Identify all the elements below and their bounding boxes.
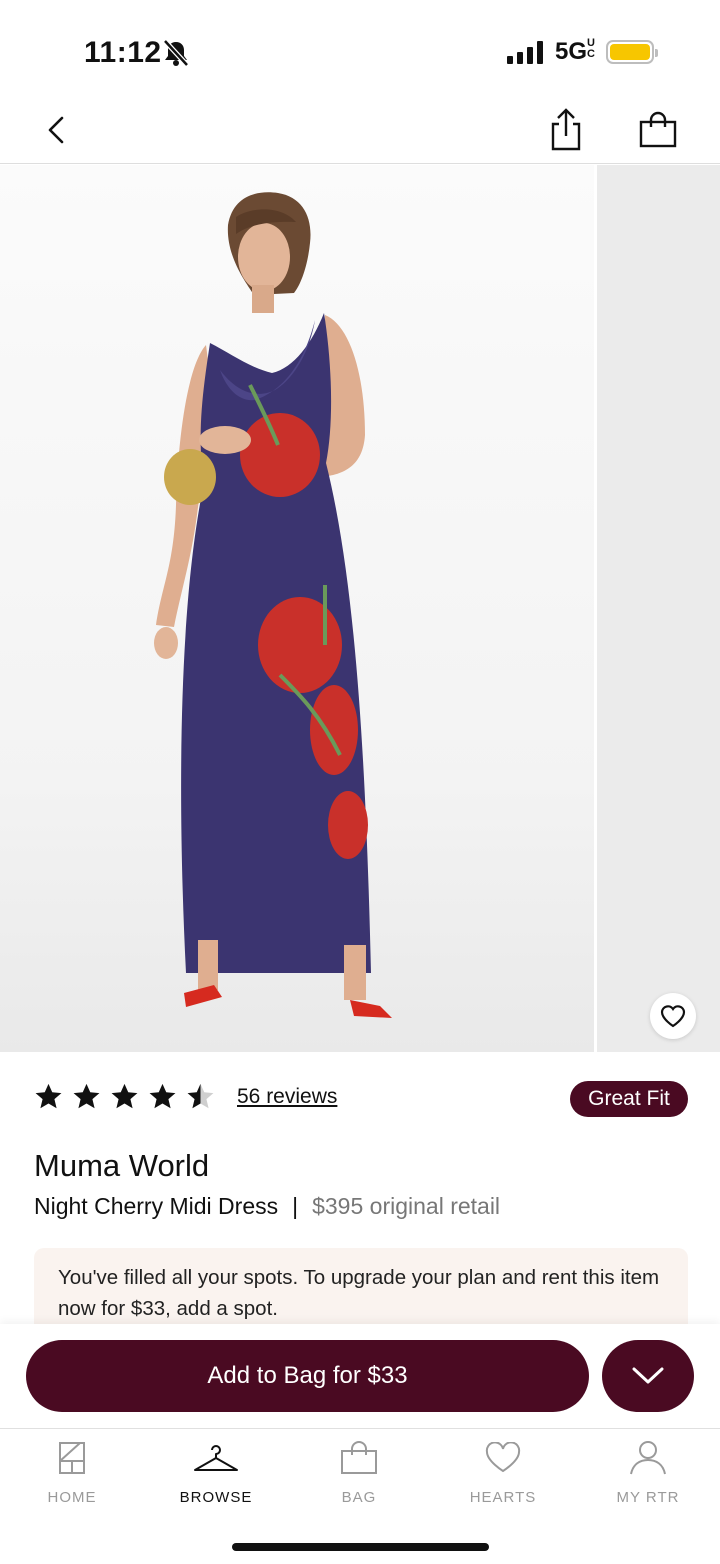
half-star-icon [187,1083,214,1109]
add-to-bag-button[interactable]: Add to Bag for $33 [26,1340,589,1412]
share-icon[interactable] [548,106,584,152]
reviews-link[interactable]: 56 reviews [237,1085,337,1109]
signal-icon [507,40,543,64]
shopping-bag-icon[interactable] [638,110,678,150]
star-icon [111,1083,138,1109]
network-label: 5GUC [555,37,595,66]
favorite-button[interactable] [650,993,696,1039]
person-icon [630,1441,666,1475]
notice-text: You've filled all your spots. To upgrade… [58,1266,660,1320]
next-product-photo[interactable] [597,165,720,1052]
tab-label: BAG [341,1489,377,1506]
rating-row: 56 reviews [34,1082,337,1111]
tab-label: MY RTR [616,1489,680,1506]
cta-bar: Add to Bag for $33 [0,1324,720,1428]
tab-hearts[interactable]: HEARTS [443,1437,563,1506]
battery-icon [606,40,658,64]
tab-label: HOME [47,1489,97,1506]
bell-muted-icon [163,39,189,67]
expand-options-button[interactable] [602,1340,694,1412]
star-icon [73,1083,100,1109]
product-name: Night Cherry Midi Dress [34,1193,279,1219]
separator: | [292,1193,299,1219]
tab-my-rtr[interactable]: MY RTR [588,1437,708,1506]
tab-label: BROWSE [179,1489,253,1506]
product-photo [0,165,594,1052]
tab-browse[interactable]: BROWSE [156,1437,276,1506]
tab-bag[interactable]: BAG [299,1437,419,1506]
product-line: Night Cherry Midi Dress | $395 original … [34,1193,500,1220]
star-icon [35,1083,62,1109]
model-illustration [154,192,392,1018]
status-time: 11:12 [84,36,162,69]
tab-label: HEARTS [469,1489,537,1506]
top-nav [0,100,720,164]
home-indicator[interactable] [232,1543,489,1551]
bag-icon [341,1441,377,1474]
star-rating [34,1082,215,1111]
status-bar: 11:12 5GUC [0,0,720,100]
hanger-icon [194,1445,238,1471]
product-image-gallery[interactable] [0,165,720,1052]
retail-price: $395 original retail [312,1193,501,1219]
heart-icon [660,1005,686,1028]
back-chevron-icon[interactable] [40,110,76,150]
fit-badge[interactable]: Great Fit [570,1081,688,1117]
heart-icon [485,1442,521,1473]
brand-name[interactable]: Muma World [34,1148,209,1184]
home-icon [59,1442,85,1474]
tab-home[interactable]: HOME [12,1437,132,1506]
chevron-down-icon [632,1367,664,1384]
star-icon [149,1083,176,1109]
